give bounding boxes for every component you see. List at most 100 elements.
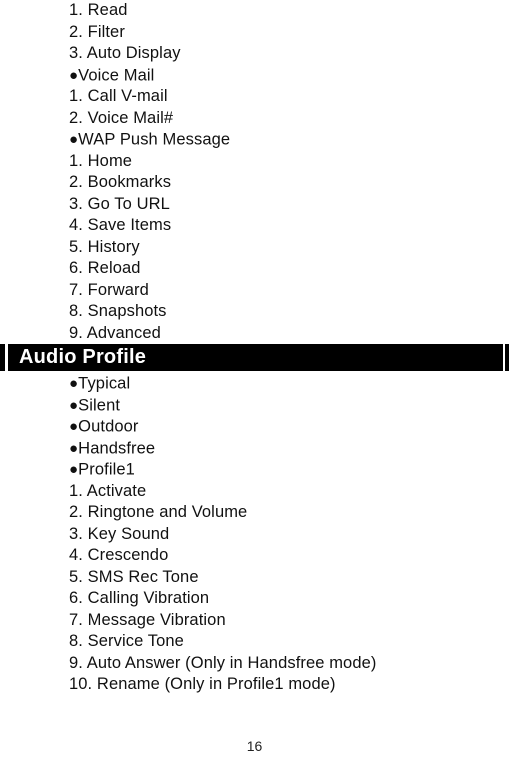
list-item-marker: 2. (69, 503, 88, 521)
list-item: 4. Save Items (0, 215, 509, 237)
banner-right-rule (503, 344, 505, 371)
list-item-marker: 4. (69, 216, 88, 234)
list-item-marker: 6. (69, 589, 88, 607)
bullet-icon: ● (69, 375, 79, 392)
list-item-marker: 2. (69, 173, 88, 191)
list-item: 2. Bookmarks (0, 172, 509, 194)
list-item-label: Silent (78, 396, 121, 414)
list-item: 9. Advanced (0, 323, 509, 345)
list-item-label: Call V-mail (87, 87, 168, 105)
list-item-label: Auto Answer (Only in Handsfree mode) (86, 653, 377, 672)
list-item: 2. Ringtone and Volume (0, 502, 509, 524)
list-item: 5. History (0, 237, 509, 259)
list-item-marker: 5. (69, 567, 88, 586)
list-item: 1. Read (0, 0, 509, 22)
list-item: 1. Call V-mail (0, 86, 509, 108)
list-item-label: History (87, 237, 140, 256)
list-item-marker: 1. (69, 1, 88, 19)
bullet-icon: ● (69, 418, 79, 435)
list-item-marker: 6. (69, 259, 88, 277)
list-item-label: Bookmarks (87, 173, 172, 191)
list-item-marker: 9. (69, 323, 87, 342)
list-item-label: SMS Rec Tone (87, 567, 199, 586)
list-item: 9. Auto Answer (Only in Handsfree mode) (0, 653, 509, 675)
list-item-marker: 8. (69, 302, 88, 320)
bullet-icon: ● (69, 66, 79, 84)
list-item-marker: 3. (69, 44, 87, 62)
message-menu-list: 1. Read 2. Filter 3. Auto Display ●Voice Ma… (0, 0, 509, 344)
list-item-label: Go To URL (87, 194, 170, 213)
list-item: 2. Filter (0, 22, 509, 44)
list-item-marker: 1. (69, 481, 87, 500)
list-item: 8. Service Tone (0, 631, 509, 653)
list-item: 7. Message Vibration (0, 610, 509, 632)
section-banner-title: Audio Profile (19, 346, 147, 368)
list-item: ●Profile1 (0, 459, 509, 481)
list-item-label: Ringtone and Volume (87, 503, 248, 521)
list-item-label: Crescendo (87, 546, 169, 564)
list-item-label: Typical (78, 374, 131, 393)
bullet-icon: ● (69, 396, 79, 414)
list-item-label: Voice Mail# (87, 108, 174, 127)
audio-profile-menu-list: ●Typical ●Silent ●Outdoor ●Handsfree ●Profil… (0, 373, 509, 696)
list-item: 2. Voice Mail# (0, 108, 509, 130)
list-item: 1. Activate (0, 481, 509, 503)
list-item-label: Voice Mail (78, 66, 155, 84)
list-item: 4. Crescendo (0, 545, 509, 567)
list-item-marker: 2. (69, 22, 88, 41)
bullet-icon: ● (69, 131, 79, 148)
list-item-label: Profile1 (78, 460, 135, 479)
list-item-label: Rename (Only in Profile1 mode) (96, 675, 336, 693)
list-item: 5. SMS Rec Tone (0, 567, 509, 589)
list-item: ●WAP Push Message (0, 129, 509, 151)
list-item-label: Service Tone (87, 632, 184, 650)
list-item-marker: 8. (69, 632, 88, 650)
list-item-label: Snapshots (87, 302, 167, 320)
list-item-label: Save Items (87, 216, 172, 234)
list-item-label: Home (87, 151, 133, 170)
banner-left-rule (5, 344, 8, 371)
list-item-label: Advanced (86, 323, 161, 342)
list-item-label: Handsfree (78, 439, 156, 457)
bullet-icon: ● (69, 461, 79, 478)
list-item-marker: 5. (69, 237, 88, 256)
list-item: 6. Calling Vibration (0, 588, 509, 610)
list-item-marker: 9. (69, 653, 87, 672)
list-item-label: Calling Vibration (87, 589, 210, 607)
list-item-marker: 1. (69, 87, 88, 105)
list-item: 3. Key Sound (0, 524, 509, 546)
list-item-label: WAP Push Message (78, 130, 231, 149)
list-item: 10. Rename (Only in Profile1 mode) (0, 674, 509, 696)
section-banner-audio-profile: Audio Profile (0, 344, 509, 371)
list-item-label: Forward (87, 280, 149, 299)
list-item-label: Reload (87, 259, 141, 277)
list-item: 8. Snapshots (0, 301, 509, 323)
bullet-icon: ● (69, 439, 79, 457)
list-item: ●Silent (0, 395, 509, 417)
list-item-marker: 2. (69, 108, 88, 127)
list-item: 7. Forward (0, 280, 509, 302)
manual-page: 1. Read 2. Filter 3. Auto Display ●Voice Ma… (0, 0, 509, 758)
list-item-label: Outdoor (78, 417, 139, 436)
list-item-label: Read (87, 1, 128, 19)
list-item-marker: 7. (69, 280, 88, 299)
list-item-marker: 4. (69, 546, 88, 564)
list-item-marker: 3. (69, 194, 88, 213)
list-item-label: Message Vibration (87, 610, 226, 629)
list-item: ●Handsfree (0, 438, 509, 460)
list-item: 6. Reload (0, 258, 509, 280)
list-item: 3. Auto Display (0, 43, 509, 65)
list-item: ●Voice Mail (0, 65, 509, 87)
list-item-marker: 3. (69, 524, 88, 543)
list-item-label: Filter (87, 22, 125, 41)
list-item-marker: 10. (69, 675, 97, 693)
list-item-label: Activate (86, 481, 147, 500)
list-item: 3. Go To URL (0, 194, 509, 216)
list-item: ●Outdoor (0, 416, 509, 438)
list-item-marker: 7. (69, 610, 88, 629)
list-item: 1. Home (0, 151, 509, 173)
page-number: 16 (246, 738, 263, 754)
list-item-marker: 1. (69, 151, 88, 170)
list-item-label: Auto Display (86, 44, 181, 62)
list-item: ●Typical (0, 373, 509, 395)
